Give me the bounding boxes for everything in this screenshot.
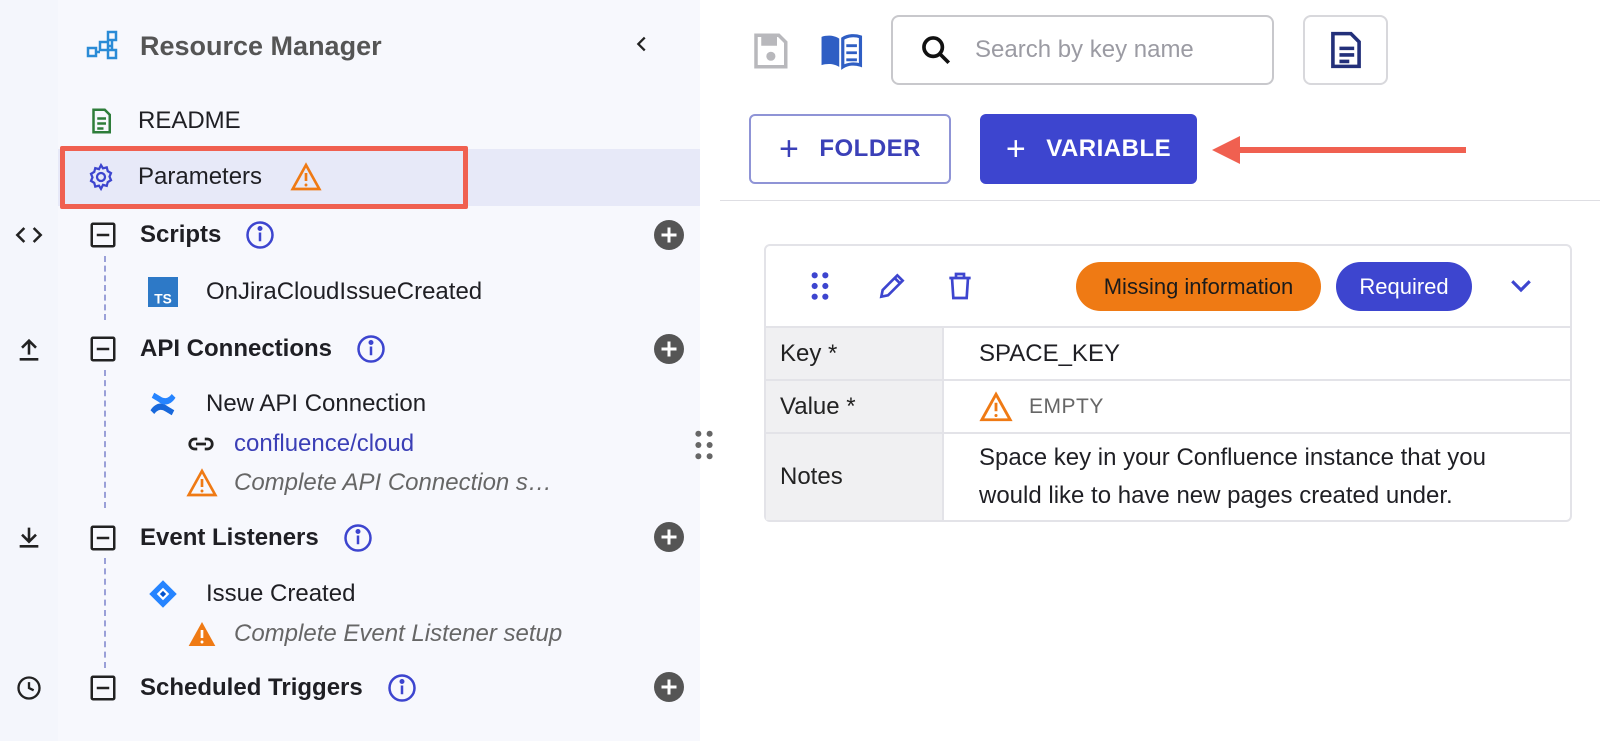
add-script-icon[interactable] xyxy=(654,220,684,250)
book-icon[interactable] xyxy=(818,30,864,72)
info-icon[interactable] xyxy=(356,334,386,364)
search-box[interactable] xyxy=(891,15,1274,85)
chevron-left-icon xyxy=(636,36,646,52)
info-icon[interactable] xyxy=(387,673,417,703)
add-folder-label: FOLDER xyxy=(819,135,922,162)
value-label: Value * xyxy=(766,381,944,432)
tree-connector xyxy=(104,256,106,320)
collapse-minus-icon[interactable] xyxy=(88,334,118,364)
notes-value[interactable]: Space key in your Confluence instance th… xyxy=(944,434,1570,520)
api-connection-item[interactable]: New API Connection xyxy=(146,386,426,422)
info-icon[interactable] xyxy=(245,220,275,250)
sidebar-item-label: README xyxy=(138,107,241,134)
tree-connector xyxy=(104,558,106,668)
add-folder-button[interactable]: + FOLDER xyxy=(749,114,951,184)
script-label: OnJiraCloudIssueCreated xyxy=(206,278,483,305)
trash-icon[interactable] xyxy=(944,270,976,302)
plus-icon: + xyxy=(778,130,800,168)
event-listener-item[interactable]: Issue Created xyxy=(146,576,355,612)
clock-icon[interactable] xyxy=(9,668,49,708)
resource-sidebar: Resource Manager README Parameters Scrip… xyxy=(58,0,700,741)
save-icon[interactable] xyxy=(749,30,791,72)
add-variable-button[interactable]: + VARIABLE xyxy=(980,114,1197,184)
edit-icon[interactable] xyxy=(876,270,908,302)
document-icon xyxy=(1330,31,1361,69)
sidebar-header: Resource Manager xyxy=(86,26,382,66)
section-label: API Connections xyxy=(140,335,333,362)
api-connection-link[interactable]: confluence/cloud xyxy=(186,428,414,460)
pointer-arrow xyxy=(1212,136,1466,164)
section-scripts[interactable]: Scripts xyxy=(88,217,275,253)
collapse-minus-icon[interactable] xyxy=(88,220,118,250)
chevron-down-icon[interactable] xyxy=(1506,270,1536,300)
jira-icon xyxy=(146,577,180,611)
link-text[interactable]: confluence/cloud xyxy=(234,430,414,458)
section-label: Scripts xyxy=(140,221,222,248)
section-label: Event Listeners xyxy=(140,524,319,551)
notes-row: Notes Space key in your Confluence insta… xyxy=(766,432,1570,520)
section-scheduled-triggers[interactable]: Scheduled Triggers xyxy=(88,670,417,706)
search-icon xyxy=(922,36,951,65)
value-row: Value * EMPTY xyxy=(766,379,1570,432)
drag-handle-icon[interactable] xyxy=(804,270,836,302)
card-header: Missing information Required xyxy=(766,246,1570,326)
empty-value-text: EMPTY xyxy=(1029,394,1104,418)
add-variable-label: VARIABLE xyxy=(1046,135,1172,162)
app-title: Resource Manager xyxy=(140,30,382,61)
key-value[interactable]: SPACE_KEY xyxy=(944,328,1570,379)
required-badge: Required xyxy=(1336,262,1472,311)
svg-text:TS: TS xyxy=(154,291,172,306)
confluence-icon xyxy=(146,387,180,421)
sidebar-item-readme[interactable]: README xyxy=(86,103,241,139)
warning-text: Complete API Connection s… xyxy=(234,469,552,496)
readme-doc-button[interactable] xyxy=(1303,15,1388,85)
warning-icon xyxy=(188,622,216,646)
warning-text: Complete Event Listener setup xyxy=(234,620,563,647)
add-event-listener-icon[interactable] xyxy=(654,522,684,552)
script-item[interactable]: TS OnJiraCloudIssueCreated xyxy=(146,274,482,310)
warning-icon xyxy=(186,468,218,497)
event-listener-label: Issue Created xyxy=(206,580,356,607)
collapse-sidebar-button[interactable] xyxy=(624,26,660,62)
document-icon xyxy=(86,106,116,136)
notes-label: Notes xyxy=(766,434,944,520)
add-scheduled-trigger-icon[interactable] xyxy=(654,672,684,702)
api-connection-label: New API Connection xyxy=(206,390,427,417)
collapse-minus-icon[interactable] xyxy=(88,673,118,703)
code-icon[interactable] xyxy=(9,215,49,255)
event-listener-warning[interactable]: Complete Event Listener setup xyxy=(186,618,562,650)
api-connection-warning[interactable]: Complete API Connection s… xyxy=(186,467,552,499)
search-input[interactable] xyxy=(975,36,1255,64)
resize-handle-icon[interactable] xyxy=(692,430,716,460)
section-event-listeners[interactable]: Event Listeners xyxy=(88,520,373,556)
typescript-icon: TS xyxy=(146,275,180,309)
download-icon[interactable] xyxy=(9,517,49,557)
add-api-connection-icon[interactable] xyxy=(654,334,684,364)
toolbar-divider xyxy=(720,200,1600,201)
highlight-box xyxy=(60,146,468,209)
icon-rail xyxy=(0,0,58,741)
warning-icon xyxy=(979,390,1013,421)
tree-connector xyxy=(104,370,106,508)
upload-icon[interactable] xyxy=(9,330,49,370)
value-field[interactable]: EMPTY xyxy=(944,381,1570,432)
collapse-minus-icon[interactable] xyxy=(88,523,118,553)
section-api-connections[interactable]: API Connections xyxy=(88,331,386,367)
key-label: Key * xyxy=(766,328,944,379)
link-icon xyxy=(188,437,214,451)
plus-icon: + xyxy=(1005,130,1027,168)
key-row: Key * SPACE_KEY xyxy=(766,326,1570,379)
resource-manager-icon xyxy=(86,30,118,60)
info-icon[interactable] xyxy=(343,523,373,553)
section-label: Scheduled Triggers xyxy=(140,674,363,701)
missing-information-badge: Missing information xyxy=(1076,262,1321,311)
parameter-card: Missing information Required Key * SPACE… xyxy=(764,244,1572,522)
